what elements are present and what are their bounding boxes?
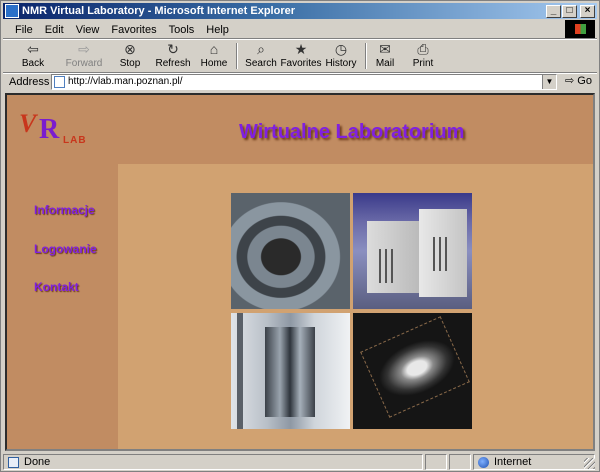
address-dropdown-button[interactable]: ▼ xyxy=(542,75,556,89)
nav-link-kontakt[interactable]: Kontakt xyxy=(34,280,79,294)
home-label: Home xyxy=(200,58,228,69)
logo-letter-r: R xyxy=(39,114,60,145)
maximize-button[interactable]: □ xyxy=(562,5,577,18)
favorites-label: Favorites xyxy=(280,58,322,69)
status-panel-empty-1 xyxy=(425,454,447,470)
page-content: V R LAB Wirtualne Laboratorium Informacj… xyxy=(5,93,595,451)
back-button[interactable]: ⇦ Back xyxy=(13,41,53,71)
mail-button[interactable]: ✉ Mail xyxy=(369,41,401,71)
minimize-button[interactable]: _ xyxy=(546,5,561,18)
resize-grip[interactable] xyxy=(584,458,595,469)
print-label: Print xyxy=(412,58,434,69)
toolbar-separator xyxy=(365,43,367,69)
vlab-logo[interactable]: V R LAB xyxy=(19,109,89,153)
favorites-icon: ★ xyxy=(294,41,308,57)
cabinet-left xyxy=(367,221,423,293)
page-icon xyxy=(54,76,65,88)
menu-view[interactable]: View xyxy=(70,21,106,37)
cabinet-right xyxy=(419,209,467,297)
mail-label: Mail xyxy=(375,58,395,69)
refresh-icon: ↻ xyxy=(167,41,179,57)
go-arrow-icon: ⇨ xyxy=(565,75,575,87)
logo-letter-v: V xyxy=(19,109,37,138)
probe-pole xyxy=(237,313,243,429)
photo-mri-scan xyxy=(353,313,472,429)
menu-file[interactable]: File xyxy=(3,21,39,37)
history-icon: ◷ xyxy=(334,41,348,57)
print-button[interactable]: ⎙ Print xyxy=(407,41,439,71)
print-icon: ⎙ xyxy=(417,41,429,57)
search-button[interactable]: ⌕ Search xyxy=(241,41,281,71)
menu-favorites[interactable]: Favorites xyxy=(105,21,162,37)
favorites-button[interactable]: ★ Favorites xyxy=(279,41,323,71)
address-url[interactable]: http://vlab.man.poznan.pl/ xyxy=(68,76,183,88)
history-button[interactable]: ◷ History xyxy=(321,41,361,71)
forward-arrow-icon: ⇨ xyxy=(78,41,90,57)
stop-button[interactable]: ⊗ Stop xyxy=(113,41,147,71)
toolbar-separator xyxy=(236,43,238,69)
close-button[interactable]: × xyxy=(580,5,595,18)
history-label: History xyxy=(325,58,357,69)
page-done-icon xyxy=(8,457,19,468)
stop-label: Stop xyxy=(119,58,141,69)
menu-edit[interactable]: Edit xyxy=(39,21,70,37)
search-label: Search xyxy=(245,58,277,69)
logo-lab: LAB xyxy=(63,135,87,146)
nav-link-informacje[interactable]: Informacje xyxy=(34,203,95,217)
forward-button[interactable]: ⇨ Forward xyxy=(59,41,109,71)
site-title: Wirtualne Laboratorium xyxy=(239,121,465,143)
menu-tools[interactable]: Tools xyxy=(163,21,201,37)
refresh-label: Refresh xyxy=(155,58,191,69)
back-label: Back xyxy=(21,58,45,69)
stop-icon: ⊗ xyxy=(124,41,136,57)
photo-probe-hardware xyxy=(231,313,350,429)
address-label: Address xyxy=(9,76,50,88)
menu-help[interactable]: Help xyxy=(200,21,235,37)
photo-computer-cabinets xyxy=(353,193,472,309)
status-panel-empty-2 xyxy=(449,454,471,470)
window-title: NMR Virtual Laboratory - Microsoft Inter… xyxy=(22,5,296,17)
internet-globe-icon xyxy=(478,457,489,468)
status-text-panel: Done xyxy=(3,454,423,470)
toolbar: ⇦ Back ⇨ Forward ⊗ Stop ↻ Refresh ⌂ Home… xyxy=(3,40,597,72)
status-bar: Done Internet xyxy=(3,453,597,471)
address-input[interactable]: http://vlab.man.poznan.pl/ ▼ xyxy=(51,74,557,90)
refresh-button[interactable]: ↻ Refresh xyxy=(153,41,193,71)
photo-magnet-tube xyxy=(231,193,350,309)
menu-bar: File Edit View Favorites Tools Help xyxy=(3,21,563,38)
search-icon: ⌕ xyxy=(257,41,265,57)
forward-label: Forward xyxy=(65,58,103,69)
go-label: Go xyxy=(577,75,592,87)
back-arrow-icon: ⇦ xyxy=(27,41,39,57)
home-icon: ⌂ xyxy=(209,41,219,57)
browser-window: NMR Virtual Laboratory - Microsoft Inter… xyxy=(0,0,600,472)
mail-icon: ✉ xyxy=(379,41,391,57)
address-bar: Address http://vlab.man.poznan.pl/ ▼ ⇨ G… xyxy=(3,73,597,91)
home-button[interactable]: ⌂ Home xyxy=(197,41,231,71)
title-bar: NMR Virtual Laboratory - Microsoft Inter… xyxy=(3,3,597,19)
go-button[interactable]: ⇨ Go xyxy=(565,74,592,89)
security-zone-panel: Internet xyxy=(473,454,595,470)
nav-link-logowanie[interactable]: Logowanie xyxy=(34,242,97,256)
ie-app-icon xyxy=(5,4,19,18)
probe-core xyxy=(265,327,315,417)
windows-logo-icon xyxy=(565,20,595,38)
